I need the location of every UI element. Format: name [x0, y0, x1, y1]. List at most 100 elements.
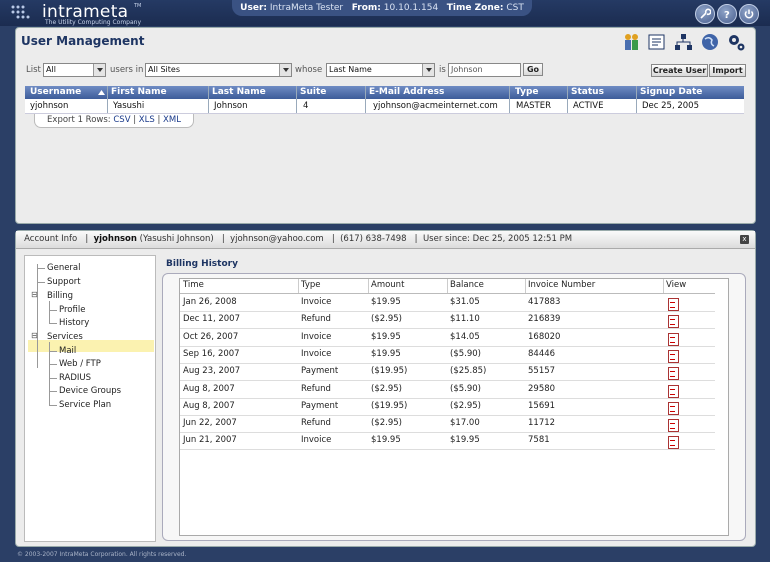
export-xls-link[interactable]: XLS: [139, 115, 155, 125]
col-email[interactable]: E-Mail Address: [369, 87, 444, 97]
col-username[interactable]: Username: [30, 87, 81, 97]
cell-invoice-number: 15691: [528, 400, 556, 411]
pdf-icon[interactable]: [668, 401, 679, 415]
table-row[interactable]: Dec 11, 2007 Refund ($2.95) $11.10 216839: [180, 311, 715, 330]
tree-line: [49, 301, 50, 324]
cell-type: Invoice: [301, 331, 332, 342]
collapse-services-icon[interactable]: ⊟: [31, 331, 38, 340]
table-row[interactable]: Jun 21, 2007 Invoice $19.95 $19.95 7581: [180, 432, 715, 451]
wrench-icon[interactable]: [695, 4, 715, 24]
users-icon[interactable]: [621, 32, 641, 52]
tree-line: [49, 351, 57, 352]
billing-icon[interactable]: [647, 32, 667, 52]
export-csv-link[interactable]: CSV: [113, 115, 130, 125]
export-xml-link[interactable]: XML: [163, 115, 181, 125]
import-button[interactable]: Import: [709, 64, 746, 77]
account-email: yjohnson@yahoo.com: [230, 234, 324, 244]
tree-line: [49, 405, 57, 406]
col-suite[interactable]: Suite: [300, 87, 326, 97]
pdf-icon[interactable]: [668, 349, 679, 363]
collapse-billing-icon[interactable]: ⊟: [31, 290, 38, 299]
column-divider: [567, 86, 568, 113]
account-fullname: (Yasushi Johnson): [139, 234, 214, 244]
cell-invoice-number: 7581: [528, 435, 550, 446]
intrameta-logo[interactable]: intrameta TM The Utility Computing Compa…: [10, 2, 200, 26]
table-row[interactable]: Aug 8, 2007 Refund ($2.95) ($5.90) 29580: [180, 381, 715, 399]
account-info-label: Account Info: [24, 234, 78, 244]
globe-icon[interactable]: [700, 32, 720, 52]
cell-type: Invoice: [301, 348, 332, 359]
cell-invoice-number: 11712: [528, 418, 556, 429]
table-row[interactable]: Oct 26, 2007 Invoice $19.95 $14.05 168020: [180, 329, 715, 347]
cell-time: Sep 16, 2007: [183, 348, 240, 359]
chevron-down-icon: [93, 64, 105, 76]
list-select-value: All: [46, 65, 56, 74]
pdf-icon[interactable]: [668, 315, 679, 329]
tree-line: [49, 323, 57, 324]
list-select[interactable]: All: [43, 63, 106, 77]
cell-amount: ($19.95): [371, 400, 408, 411]
column-divider: [296, 86, 297, 113]
pdf-icon[interactable]: [668, 298, 679, 311]
tree-item-profile[interactable]: Profile: [59, 305, 85, 315]
users-in-label: users in: [110, 65, 144, 75]
tree-item-general[interactable]: General: [47, 263, 81, 273]
col-signup-date[interactable]: Signup Date: [640, 87, 702, 97]
power-icon[interactable]: [739, 4, 759, 24]
pdf-icon[interactable]: [668, 436, 679, 450]
timezone-label: Time Zone:: [446, 3, 504, 13]
session-timezone: CST: [506, 3, 524, 13]
col-status[interactable]: Status: [571, 87, 604, 97]
tree-item-service-plan[interactable]: Service Plan: [59, 400, 111, 410]
col-balance: Balance: [450, 280, 484, 290]
pdf-icon[interactable]: [668, 384, 679, 398]
table-row[interactable]: Jan 26, 2008 Invoice $19.95 $31.05 417883: [180, 294, 715, 312]
tree-line: [37, 268, 45, 269]
tree-line: [49, 378, 57, 379]
field-select[interactable]: Last Name: [326, 63, 435, 77]
tree-item-billing[interactable]: Billing: [47, 291, 73, 301]
account-info-bar: Account Info | yjohnson (Yasushi Johnson…: [16, 231, 755, 249]
cell-amount: $19.95: [371, 348, 401, 359]
tree-item-services[interactable]: Services: [47, 332, 83, 342]
table-row[interactable]: Aug 8, 2007 Payment ($19.95) ($2.95) 15691: [180, 398, 715, 416]
site-select[interactable]: All Sites: [145, 63, 292, 77]
col-first-name[interactable]: First Name: [111, 87, 167, 97]
create-user-button[interactable]: Create User: [651, 64, 708, 77]
account-nav-tree: General Support ⊟ Billing Profile Histor…: [24, 255, 156, 542]
tree-line: [49, 364, 57, 365]
pdf-icon[interactable]: [668, 332, 679, 346]
table-row[interactable]: Aug 23, 2007 Payment ($19.95) ($25.85) 55157: [180, 363, 715, 382]
cell-invoice-number: 29580: [528, 383, 556, 394]
network-icon[interactable]: [673, 32, 693, 52]
tree-item-mail[interactable]: Mail: [59, 346, 76, 356]
tree-item-history[interactable]: History: [59, 318, 89, 328]
cell-balance: ($25.85): [450, 366, 487, 377]
col-type[interactable]: Type: [515, 87, 538, 97]
close-icon[interactable]: x: [740, 235, 749, 244]
sort-ascending-icon[interactable]: [98, 90, 105, 95]
cell-amount: $19.95: [371, 331, 401, 342]
billing-history-table: Time Type Amount Balance Invoice Number …: [179, 278, 729, 536]
tree-item-device-groups[interactable]: Device Groups: [59, 386, 121, 396]
tree-item-web-ftp[interactable]: Web / FTP: [59, 359, 101, 369]
cell-invoice-number: 417883: [528, 297, 561, 307]
search-input[interactable]: Johnson: [448, 63, 521, 77]
tree-item-radius[interactable]: RADIUS: [59, 373, 91, 383]
help-icon[interactable]: ?: [717, 4, 737, 24]
is-label: is: [439, 65, 446, 75]
table-row[interactable]: Sep 16, 2007 Invoice $19.95 ($5.90) 84446: [180, 346, 715, 364]
cell-time: Aug 8, 2007: [183, 383, 235, 394]
field-select-value: Last Name: [329, 65, 372, 74]
col-last-name[interactable]: Last Name: [212, 87, 266, 97]
cell-balance: ($2.95): [450, 400, 481, 411]
settings-icon[interactable]: [726, 32, 746, 52]
column-divider: [365, 86, 366, 113]
tree-item-support[interactable]: Support: [47, 277, 81, 287]
pdf-icon[interactable]: [668, 419, 679, 433]
cell-time: Jun 21, 2007: [183, 435, 237, 446]
pdf-icon[interactable]: [668, 367, 679, 381]
table-row[interactable]: Jun 22, 2007 Refund ($2.95) $17.00 11712: [180, 415, 715, 434]
go-button[interactable]: Go: [523, 63, 543, 76]
col-view: View: [666, 280, 687, 290]
